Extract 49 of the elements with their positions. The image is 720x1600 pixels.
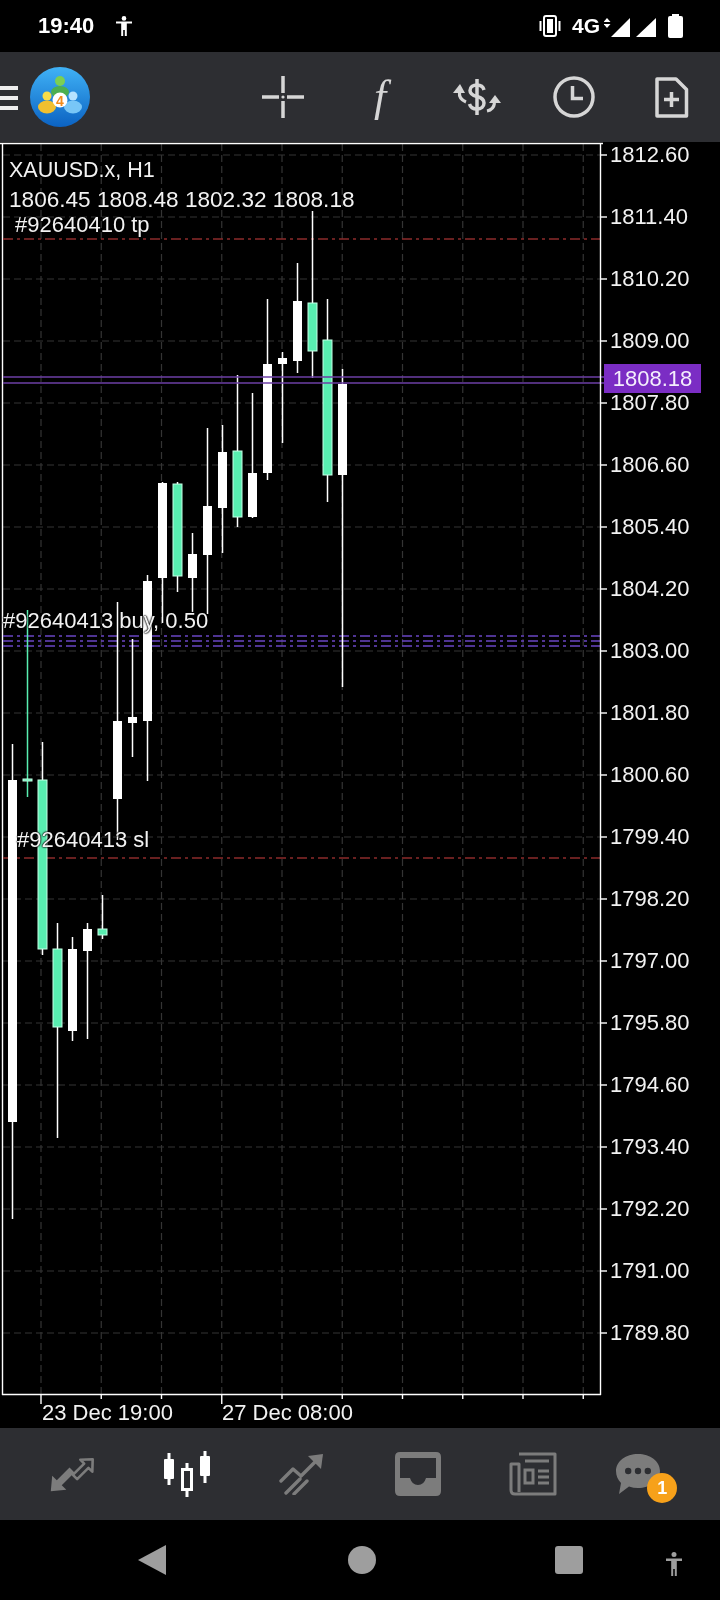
app-logo: 4 [30,67,90,127]
price-axis-label: 1805.40 [610,514,690,540]
price-axis-label: 1803.00 [610,638,690,664]
price-axis-label: 1794.60 [610,1072,690,1098]
current-price-label: 1808.18 [604,364,701,393]
ohlc-values: 1806.45 1808.48 1802.32 1808.18 [9,187,355,213]
indicators-button[interactable]: f [350,67,410,127]
mobile-data-signal-icon [604,18,630,37]
price-axis-label: 1806.60 [610,452,690,478]
notification-badge: 1 [647,1473,678,1503]
accessibility-icon [116,16,133,36]
menu-icon[interactable] [0,86,18,110]
trend-arrow-icon [279,1453,326,1495]
price-axis-label: 1797.00 [610,948,690,974]
signal-icon [636,18,656,37]
newspaper-icon [509,1452,557,1496]
candlestick-icon [163,1451,211,1497]
time-axis-label: 27 Dec 08:00 [222,1400,353,1426]
dollar-arrows-icon [453,78,501,116]
new-document-icon [653,76,689,118]
network-type: 4G [572,14,600,38]
accessibility-icon[interactable] [666,1552,682,1576]
price-axis-label: 1800.60 [610,762,690,788]
price-axis-label: 1795.80 [610,1010,690,1036]
back-icon[interactable] [138,1545,166,1575]
home-icon[interactable] [348,1546,376,1574]
price-axis-label: 1807.80 [610,390,690,416]
price-axis-label: 1791.00 [610,1258,690,1284]
inbox-tray-icon [394,1452,441,1496]
crosshair-icon [262,76,304,118]
price-axis-label: 1809.00 [610,328,690,354]
price-axis-label: 1799.40 [610,824,690,850]
price-axis-label: 1811.40 [610,204,688,230]
status-time: 19:40 [38,13,95,39]
order-label: #92640410 tp [15,212,150,238]
time-axis-label: 23 Dec 19:00 [42,1400,173,1426]
price-axis-label: 1804.20 [610,576,690,602]
chart-symbol: XAUUSD.x, H1 [9,157,155,183]
price-axis-label: 1793.40 [610,1134,690,1160]
price-axis-label: 1801.80 [610,700,690,726]
price-axis-label: 1789.80 [610,1320,690,1346]
vibrate-icon [538,15,562,37]
price-axis-label: 1792.20 [610,1196,690,1222]
clock-icon [553,76,595,118]
battery-icon [668,14,683,38]
price-axis-label: 1810.20 [610,266,690,292]
price-axis-label: 1798.20 [610,886,690,912]
price-axis-label: 1812.60 [610,142,690,168]
candlestick [97,894,108,940]
